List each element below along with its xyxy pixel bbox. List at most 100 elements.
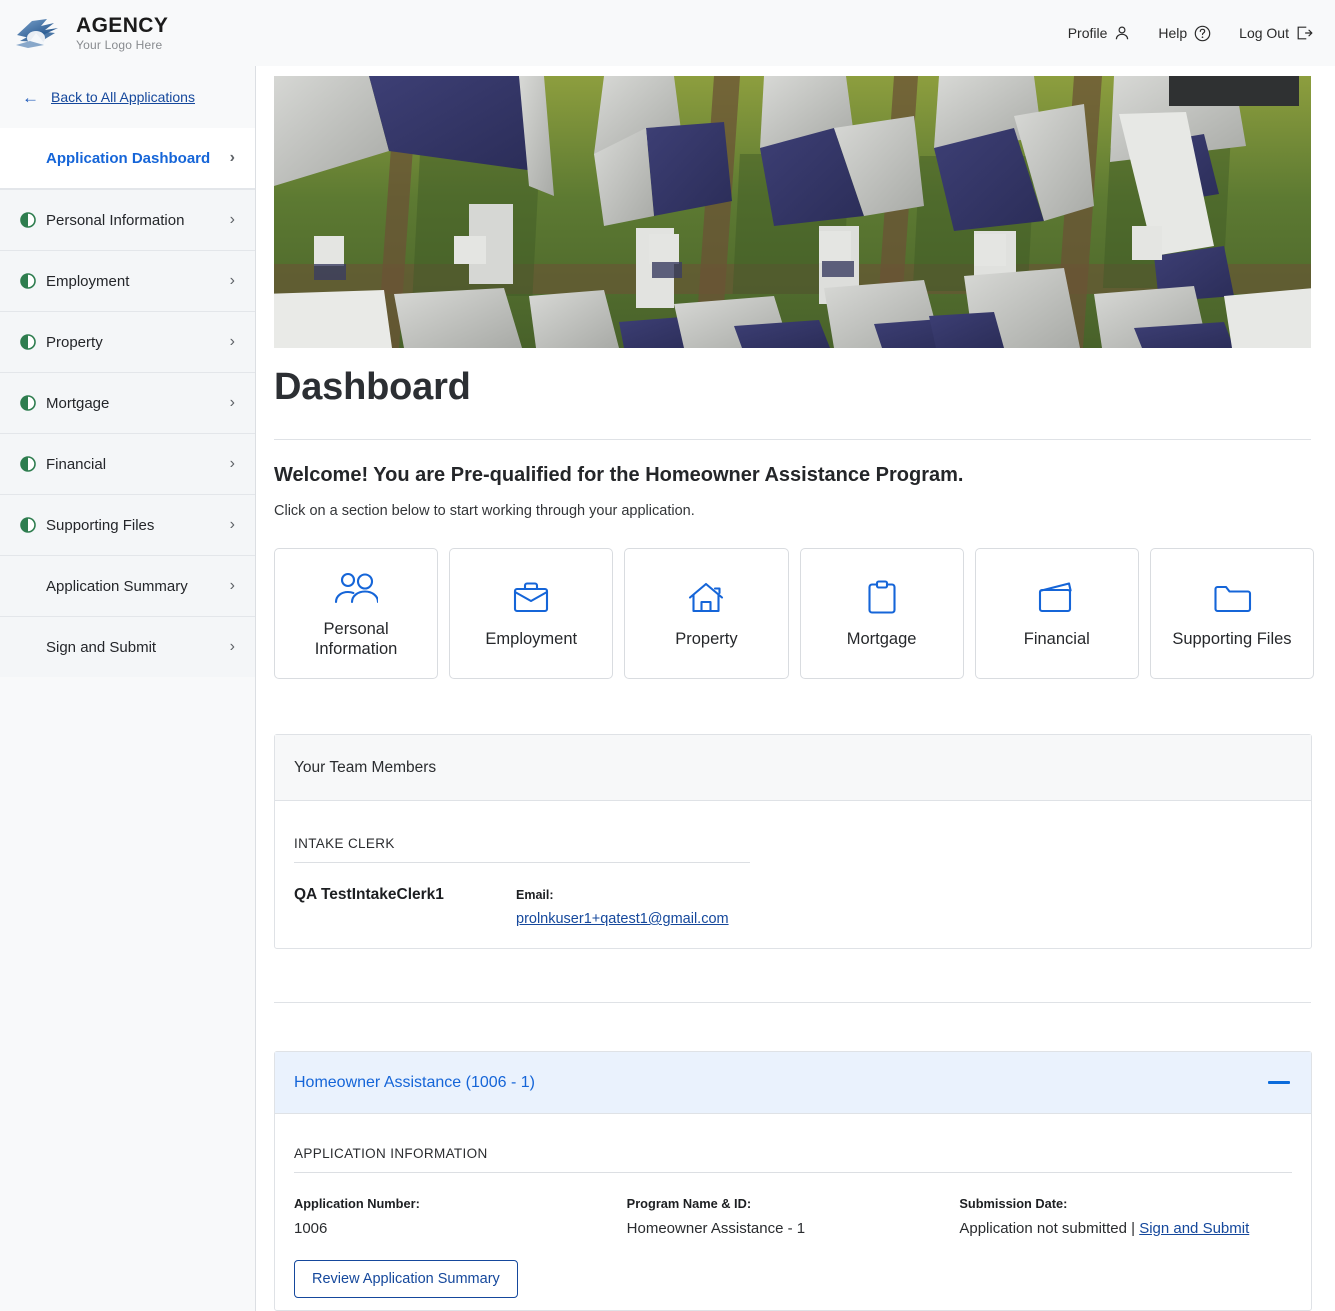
page-title: Dashboard [274, 366, 471, 408]
progress-half-icon [20, 456, 36, 472]
section-card-grid: Personal Information Employment Property… [274, 548, 1315, 679]
section-card-label: Employment [485, 629, 578, 648]
main-content: Dashboard Welcome! You are Pre-qualified… [257, 66, 1335, 1311]
field-program-name-id: Program Name & ID: Homeowner Assistance … [627, 1196, 960, 1237]
field-value: Homeowner Assistance - 1 [626, 1220, 806, 1237]
section-card-financial[interactable]: Financial [974, 548, 1139, 679]
sidebar-item-label: Application Dashboard [46, 149, 211, 167]
field-label: Application Number: [294, 1196, 420, 1211]
email-label: Email: [516, 888, 554, 902]
team-members-body: INTAKE CLERK QA TestIntakeClerk1 Email: … [275, 801, 1311, 927]
sidebar-item-financial[interactable]: Financial › [0, 433, 255, 494]
team-member-name: QA TestIntakeClerk1 [294, 886, 444, 903]
sidebar-item-application-summary[interactable]: Application Summary › [0, 555, 255, 616]
section-card-label: Personal Information [314, 619, 398, 658]
divider-bottom [274, 1002, 1311, 1003]
sidebar-item-property[interactable]: Property › [0, 311, 255, 372]
sidebar-item-sign-and-submit[interactable]: Sign and Submit › [0, 616, 255, 677]
section-card-label: Mortgage [846, 629, 917, 648]
chevron-right-icon: › [229, 394, 235, 411]
application-information-grid: Application Number: 1006 Program Name & … [294, 1196, 1292, 1237]
divider-top [274, 439, 1311, 440]
chevron-right-icon: › [229, 333, 235, 350]
back-to-all-applications[interactable]: ← Back to All Applications [0, 66, 255, 128]
sidebar: ← Back to All Applications Application D… [0, 66, 256, 1311]
sidebar-item-label: Personal Information [46, 211, 185, 229]
progress-half-icon [20, 334, 36, 350]
user-icon [1114, 25, 1130, 41]
people-group-icon [334, 568, 379, 608]
clipboard-icon [866, 578, 898, 618]
chevron-right-icon: › [229, 272, 235, 289]
brand-logo[interactable]: AGENCY Your Logo Here [0, 15, 168, 51]
sign-and-submit-link[interactable]: Sign and Submit [1139, 1220, 1249, 1237]
field-value: 1006 [294, 1220, 328, 1237]
sidebar-item-supporting-files[interactable]: Supporting Files › [0, 494, 255, 555]
house-icon [687, 578, 725, 618]
hero-banner-image [274, 76, 1311, 348]
sidebar-item-label: Property [46, 333, 103, 351]
application-accordion: Homeowner Assistance (1006 - 1) APPLICAT… [274, 1051, 1312, 1311]
back-link-label[interactable]: Back to All Applications [51, 89, 195, 105]
chevron-right-icon: › [229, 455, 235, 472]
folder-icon [1212, 578, 1252, 618]
help-label: Help [1158, 25, 1188, 41]
logout-label: Log Out [1239, 25, 1289, 41]
accordion-body: APPLICATION INFORMATION Application Numb… [275, 1114, 1311, 1298]
welcome-subtext: Click on a section below to start workin… [274, 503, 695, 519]
minus-icon[interactable] [1268, 1081, 1290, 1084]
team-role-label: INTAKE CLERK [294, 836, 750, 863]
chevron-right-icon: › [229, 516, 235, 533]
section-card-employment[interactable]: Employment [449, 548, 614, 679]
top-header-bar: AGENCY Your Logo Here Profile Help Log O… [0, 0, 1335, 66]
review-application-summary-button[interactable]: Review Application Summary [294, 1260, 518, 1298]
field-submission-date: Submission Date: Application not submitt… [959, 1196, 1292, 1237]
welcome-heading: Welcome! You are Pre-qualified for the H… [274, 464, 964, 486]
brand-tagline: Your Logo Here [76, 38, 163, 52]
section-card-personal-information[interactable]: Personal Information [274, 548, 439, 679]
sidebar-item-label: Supporting Files [46, 516, 155, 534]
sidebar-item-label: Financial [46, 455, 107, 473]
help-button[interactable]: Help [1158, 25, 1211, 42]
profile-label: Profile [1067, 25, 1108, 41]
application-information-title: APPLICATION INFORMATION [294, 1146, 1292, 1173]
section-card-supporting-files[interactable]: Supporting Files [1149, 548, 1315, 679]
accordion-header[interactable]: Homeowner Assistance (1006 - 1) [275, 1052, 1311, 1114]
sidebar-item-label: Sign and Submit [46, 638, 157, 656]
section-card-mortgage[interactable]: Mortgage [799, 548, 964, 679]
arrow-left-icon: ← [22, 87, 39, 107]
question-circle-icon [1194, 25, 1211, 42]
field-label: Submission Date: [959, 1196, 1068, 1211]
sidebar-item-employment[interactable]: Employment › [0, 250, 255, 311]
team-members-card: Your Team Members INTAKE CLERK QA TestIn… [274, 734, 1312, 949]
team-member-row: QA TestIntakeClerk1 Email: prolnkuser1+q… [294, 886, 1292, 927]
chevron-right-icon: › [229, 149, 235, 166]
top-navigation: Profile Help Log Out [1068, 25, 1335, 42]
logout-button[interactable]: Log Out [1239, 25, 1313, 41]
chevron-right-icon: › [229, 577, 235, 594]
sidebar-item-label: Mortgage [46, 394, 110, 412]
profile-button[interactable]: Profile [1068, 25, 1131, 41]
field-label: Program Name & ID: [626, 1196, 752, 1211]
progress-half-icon [20, 273, 36, 289]
sidebar-item-mortgage[interactable]: Mortgage › [0, 372, 255, 433]
sidebar-item-label: Employment [46, 272, 130, 290]
briefcase-icon [511, 578, 551, 618]
section-card-label: Property [675, 629, 738, 648]
logout-icon [1296, 25, 1313, 41]
team-member-email-block: Email: prolnkuser1+qatest1@gmail.com [516, 886, 729, 927]
sidebar-item-application-dashboard[interactable]: Application Dashboard › [0, 128, 255, 189]
section-card-property[interactable]: Property [624, 548, 789, 679]
team-member-email-link[interactable]: prolnkuser1+qatest1@gmail.com [516, 911, 729, 927]
brand-title: AGENCY [76, 14, 169, 37]
field-value-group: Application not submitted | Sign and Sub… [959, 1220, 1292, 1237]
eagle-swoosh-logo-icon [14, 15, 66, 51]
chevron-right-icon: › [229, 638, 235, 655]
wallet-icon [1036, 578, 1078, 618]
field-application-number: Application Number: 1006 [294, 1196, 627, 1237]
sidebar-item-personal-information[interactable]: Personal Information › [0, 189, 255, 250]
accordion-title: Homeowner Assistance (1006 - 1) [294, 1073, 535, 1091]
field-value: Application not submitted | [959, 1220, 1140, 1237]
section-card-label: Financial [1023, 629, 1090, 648]
team-members-header: Your Team Members [275, 735, 1311, 801]
